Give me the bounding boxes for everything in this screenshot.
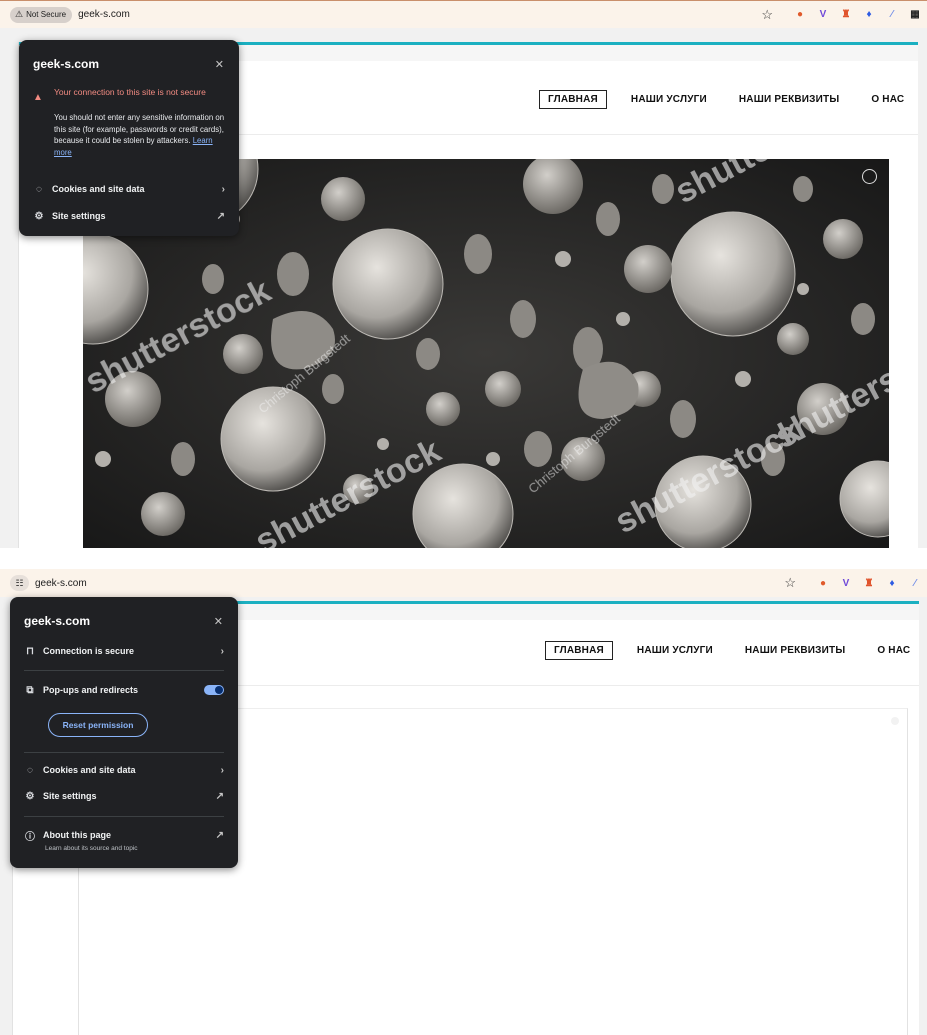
divider: [24, 752, 224, 753]
toolbar-actions: ☆ ● V ♜ ♦ ⁄: [784, 569, 921, 597]
site-info-popup-insecure: geek-s.com ✕ ▲ Your connection to this s…: [19, 40, 239, 236]
site-info-tune-icon[interactable]: ☷: [10, 575, 29, 591]
popups-toggle[interactable]: [204, 685, 224, 695]
gear-icon: ⚙: [34, 210, 44, 222]
site-info-chip[interactable]: ⚠ Not Secure: [10, 6, 73, 23]
chevron-right-icon: ›: [220, 764, 224, 776]
popups-row: ⧉ Pop-ups and redirects: [24, 681, 224, 699]
popup-title: geek-s.com: [24, 614, 91, 628]
toolbar-actions: ☆ ● V ♜ ♦ ⁄ ▦: [761, 1, 921, 28]
nav-services[interactable]: НАШИ УСЛУГИ: [623, 91, 715, 108]
about-label: About this page: [43, 830, 111, 840]
browser-toolbar: ⚠ Not Secure geek-s.com ☆ ● V ♜ ♦ ⁄ ▦: [0, 0, 927, 28]
divider: [24, 670, 224, 671]
cookies-label: Cookies and site data: [43, 765, 136, 775]
main-nav: ГЛАВНАЯ НАШИ УСЛУГИ НАШИ РЕКВИЗИТЫ О НАС: [539, 90, 912, 109]
browser-toolbar: ☷ geek-s.com ☆ ● V ♜ ♦ ⁄: [0, 569, 927, 597]
chevron-right-icon: ›: [220, 645, 224, 657]
cookie-icon: ◌: [27, 764, 33, 776]
slider-dot-icon[interactable]: [862, 169, 877, 184]
external-link-icon: ↗: [215, 790, 224, 802]
nav-home[interactable]: ГЛАВНАЯ: [539, 90, 607, 109]
warning-triangle-icon: ▲: [33, 92, 43, 103]
extension-v-icon[interactable]: V: [840, 577, 852, 589]
extension-gem-icon[interactable]: ♦: [863, 9, 875, 21]
nav-requisites[interactable]: НАШИ РЕКВИЗИТЫ: [731, 91, 847, 108]
divider: [24, 816, 224, 817]
bookmark-star-icon[interactable]: ☆: [761, 7, 773, 23]
close-icon[interactable]: ✕: [215, 58, 224, 71]
site-info-popup-secure: geek-s.com ✕ ⊓ Connection is secure › ⧉ …: [10, 597, 238, 868]
cookies-row[interactable]: ◌ Cookies and site data ›: [24, 761, 224, 779]
site-settings-label: Site settings: [52, 211, 106, 221]
extension-pen-icon[interactable]: ⁄: [909, 577, 921, 589]
about-page-row[interactable]: ⓘ About this page ↗: [24, 826, 224, 844]
extension-colorwheel-icon[interactable]: ●: [794, 9, 806, 21]
main-nav: ГЛАВНАЯ НАШИ УСЛУГИ НАШИ РЕКВИЗИТЫ О НАС: [545, 641, 918, 660]
info-sparkle-icon: ⓘ: [25, 831, 35, 843]
lock-icon: ⊓: [26, 645, 34, 657]
connection-label: Connection is secure: [43, 646, 135, 656]
extension-v-icon[interactable]: V: [817, 9, 829, 21]
nav-about[interactable]: О НАС: [863, 91, 912, 108]
site-settings-row[interactable]: ⚙ Site settings ↗: [24, 787, 224, 805]
warning-title: Your connection to this site is not secu…: [54, 87, 206, 97]
about-subtitle: Learn about its source and topic: [45, 845, 138, 852]
extension-pen-icon[interactable]: ⁄: [886, 9, 898, 21]
nav-about[interactable]: О НАС: [869, 642, 918, 659]
address-url[interactable]: geek-s.com: [35, 578, 87, 589]
nav-services[interactable]: НАШИ УСЛУГИ: [629, 642, 721, 659]
nav-home[interactable]: ГЛАВНАЯ: [545, 641, 613, 660]
reset-permission-button[interactable]: Reset permission: [48, 713, 148, 737]
popup-window-icon: ⧉: [26, 684, 34, 696]
extension-colorwheel-icon[interactable]: ●: [817, 577, 829, 589]
extension-red-icon[interactable]: ♜: [840, 9, 852, 21]
screenshot-insecure: ⚠ Not Secure geek-s.com ☆ ● V ♜ ♦ ⁄ ▦ ГЛ…: [0, 0, 927, 548]
gear-icon: ⚙: [25, 790, 35, 802]
not-secure-label: Not Secure: [26, 10, 67, 19]
screenshot-secure: ☷ geek-s.com ☆ ● V ♜ ♦ ⁄ ГЛАВНАЯ НАШИ УС…: [0, 566, 927, 1035]
cookie-icon: ◌: [36, 183, 42, 195]
popups-label: Pop-ups and redirects: [43, 685, 139, 695]
cookies-label: Cookies and site data: [52, 184, 145, 194]
warning-icon: ⚠: [15, 9, 24, 19]
external-link-icon: ↗: [215, 829, 224, 841]
popup-title: geek-s.com: [33, 57, 100, 71]
extension-red-icon[interactable]: ♜: [863, 577, 875, 589]
cookies-row[interactable]: ◌ Cookies and site data ›: [33, 180, 225, 198]
bookmark-star-icon[interactable]: ☆: [784, 575, 796, 591]
close-icon[interactable]: ✕: [214, 615, 223, 628]
connection-row[interactable]: ⊓ Connection is secure ›: [24, 642, 224, 660]
extension-grid-icon[interactable]: ▦: [909, 9, 921, 21]
address-url[interactable]: geek-s.com: [78, 9, 130, 20]
chevron-right-icon: ›: [221, 183, 225, 195]
warning-body: You should not enter any sensitive infor…: [54, 112, 230, 158]
extension-gem-icon[interactable]: ♦: [886, 577, 898, 589]
external-link-icon: ↗: [216, 210, 225, 222]
site-settings-label: Site settings: [43, 791, 97, 801]
nav-requisites[interactable]: НАШИ РЕКВИЗИТЫ: [737, 642, 853, 659]
site-settings-row[interactable]: ⚙ Site settings ↗: [33, 207, 225, 225]
frame-dot: [891, 717, 899, 725]
